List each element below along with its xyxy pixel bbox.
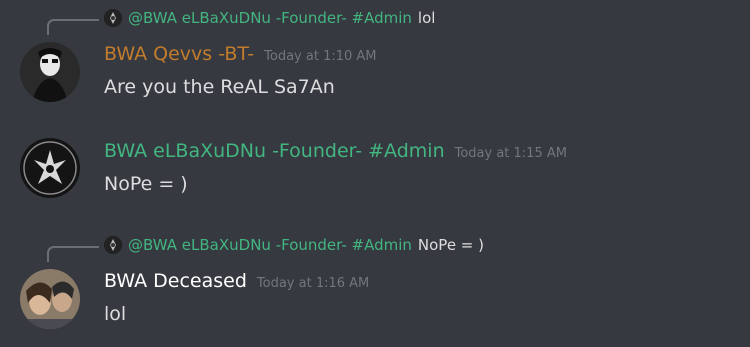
message-text: NoPe = ) [104, 173, 188, 195]
avatar[interactable] [20, 42, 80, 102]
reply-text: NoPe = ) [417, 236, 484, 254]
message-1: @BWA eLBaXuDNu -Founder- #Admin lol BWA … [0, 0, 750, 110]
message-2: BWA eLBaXuDNu -Founder- #Admin Today at … [0, 130, 750, 210]
username[interactable]: BWA Deceased [104, 270, 247, 292]
reply-author[interactable]: @BWA eLBaXuDNu -Founder- #Admin [128, 9, 412, 27]
message-header: BWA eLBaXuDNu -Founder- #Admin Today at … [104, 140, 567, 162]
reply-avatar [104, 236, 122, 254]
username[interactable]: BWA eLBaXuDNu -Founder- #Admin [104, 140, 445, 162]
username[interactable]: BWA Qevvs -BT- [104, 43, 254, 65]
reply-preview[interactable]: @BWA eLBaXuDNu -Founder- #Admin lol [104, 7, 435, 29]
message-3: @BWA eLBaXuDNu -Founder- #Admin NoPe = )… [0, 225, 750, 347]
message-header: BWA Qevvs -BT- Today at 1:10 AM [104, 43, 377, 65]
reply-connector [47, 19, 99, 35]
timestamp: Today at 1:10 AM [264, 49, 377, 64]
message-header: BWA Deceased Today at 1:16 AM [104, 270, 369, 292]
avatar[interactable] [20, 138, 80, 198]
reply-connector [47, 246, 99, 262]
message-text: Are you the ReAL Sa7An [104, 76, 335, 98]
reply-author[interactable]: @BWA eLBaXuDNu -Founder- #Admin [128, 236, 412, 254]
reply-text: lol [417, 9, 436, 27]
avatar[interactable] [20, 269, 80, 329]
reply-avatar [104, 9, 122, 27]
message-text: lol [104, 303, 127, 325]
reply-preview[interactable]: @BWA eLBaXuDNu -Founder- #Admin NoPe = ) [104, 234, 484, 256]
timestamp: Today at 1:16 AM [256, 276, 370, 291]
timestamp: Today at 1:15 AM [454, 146, 567, 161]
